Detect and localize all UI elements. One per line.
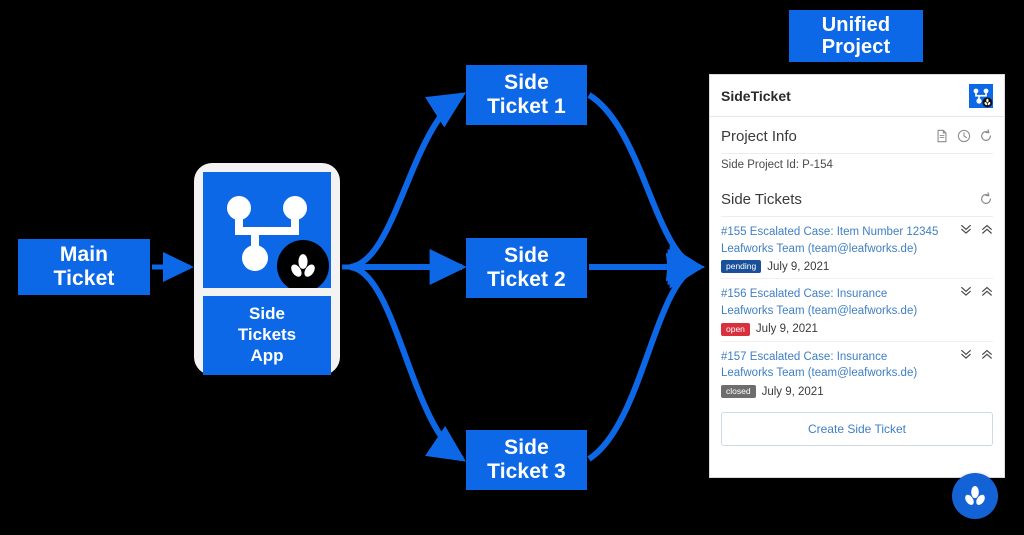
side-ticket-panel: SideTicket Project Info Side Project Id:… <box>709 74 1005 478</box>
app-card-label-box: Side Tickets App <box>203 296 331 375</box>
side-tickets-app-card[interactable]: Side Tickets App <box>194 163 340 375</box>
project-info-header: Project Info <box>721 121 993 151</box>
sitemap-app-icon[interactable] <box>969 83 993 108</box>
chevron-double-up-icon[interactable] <box>981 285 993 297</box>
clock-icon[interactable] <box>957 129 971 143</box>
leafworks-fab-button[interactable] <box>952 473 998 519</box>
ticket-title[interactable]: #156 Escalated Case: Insurance <box>721 286 993 303</box>
ticket-actions <box>960 223 993 235</box>
status-badge: open <box>721 322 750 336</box>
ticket-actions <box>960 348 993 360</box>
project-info-heading: Project Info <box>721 127 797 145</box>
main-ticket-box[interactable]: Main Ticket <box>18 239 150 295</box>
project-info-section: Project Info Side Project Id: P-154 <box>710 121 1004 180</box>
unified-project-box: Unified Project <box>789 10 923 62</box>
app-card-label: Side Tickets App <box>237 304 297 365</box>
chevron-double-down-icon[interactable] <box>960 285 972 297</box>
side-ticket-3-box[interactable]: Side Ticket 3 <box>466 430 587 490</box>
chevron-double-up-icon[interactable] <box>981 223 993 235</box>
refresh-icon[interactable] <box>979 129 993 143</box>
ticket-title[interactable]: #157 Escalated Case: Insurance <box>721 349 993 366</box>
status-badge: closed <box>721 385 756 399</box>
panel-header: SideTicket <box>710 75 1004 117</box>
ticket-row[interactable]: #155 Escalated Case: Item Number 12345 L… <box>721 217 993 278</box>
chevron-double-up-icon[interactable] <box>981 348 993 360</box>
side-project-id: Side Project Id: P-154 <box>721 159 833 171</box>
main-ticket-label: Main Ticket <box>53 243 115 290</box>
ticket-row[interactable]: #156 Escalated Case: Insurance Leafworks… <box>721 278 993 340</box>
status-badge: pending <box>721 260 762 274</box>
ticket-date: July 9, 2021 <box>755 323 818 336</box>
side-ticket-3-label: Side Ticket 3 <box>487 436 566 483</box>
ticket-team[interactable]: Leafworks Team (team@leafworks.de) <box>721 365 993 382</box>
ticket-team[interactable]: Leafworks Team (team@leafworks.de) <box>721 241 993 258</box>
ticket-actions <box>960 285 993 297</box>
ticket-date: July 9, 2021 <box>761 385 824 398</box>
project-info-actions <box>935 129 993 143</box>
ticket-team[interactable]: Leafworks Team (team@leafworks.de) <box>721 303 993 320</box>
ticket-row[interactable]: #157 Escalated Case: Insurance Leafworks… <box>721 340 993 403</box>
side-tickets-heading: Side Tickets <box>721 190 802 208</box>
app-icon-area <box>203 172 331 288</box>
side-ticket-2-box[interactable]: Side Ticket 2 <box>466 238 587 298</box>
side-tickets-actions <box>979 192 993 206</box>
side-tickets-section: Side Tickets #155 Escalated Case: Item N… <box>710 184 1004 403</box>
ticket-title[interactable]: #155 Escalated Case: Item Number 12345 <box>721 224 993 241</box>
create-side-ticket-button[interactable]: Create Side Ticket <box>721 412 993 447</box>
refresh-icon[interactable] <box>979 192 993 206</box>
leaf-icon <box>965 486 985 505</box>
ticket-date: July 9, 2021 <box>767 260 830 273</box>
ticket-meta: pending July 9, 2021 <box>721 260 993 274</box>
side-ticket-1-label: Side Ticket 1 <box>487 71 566 118</box>
ticket-meta: closed July 9, 2021 <box>721 385 993 399</box>
panel-title: SideTicket <box>721 87 791 104</box>
document-icon[interactable] <box>935 129 949 143</box>
side-tickets-header: Side Tickets <box>721 184 993 214</box>
side-ticket-1-box[interactable]: Side Ticket 1 <box>466 65 587 125</box>
chevron-double-down-icon[interactable] <box>960 223 972 235</box>
diagram-canvas: Main Ticket Side Tickets App Side Ticket… <box>0 0 1024 535</box>
leaf-icon <box>277 240 329 288</box>
side-ticket-2-label: Side Ticket 2 <box>487 244 566 291</box>
unified-project-label: Unified Project <box>821 13 891 58</box>
chevron-double-down-icon[interactable] <box>960 348 972 360</box>
ticket-meta: open July 9, 2021 <box>721 322 993 336</box>
